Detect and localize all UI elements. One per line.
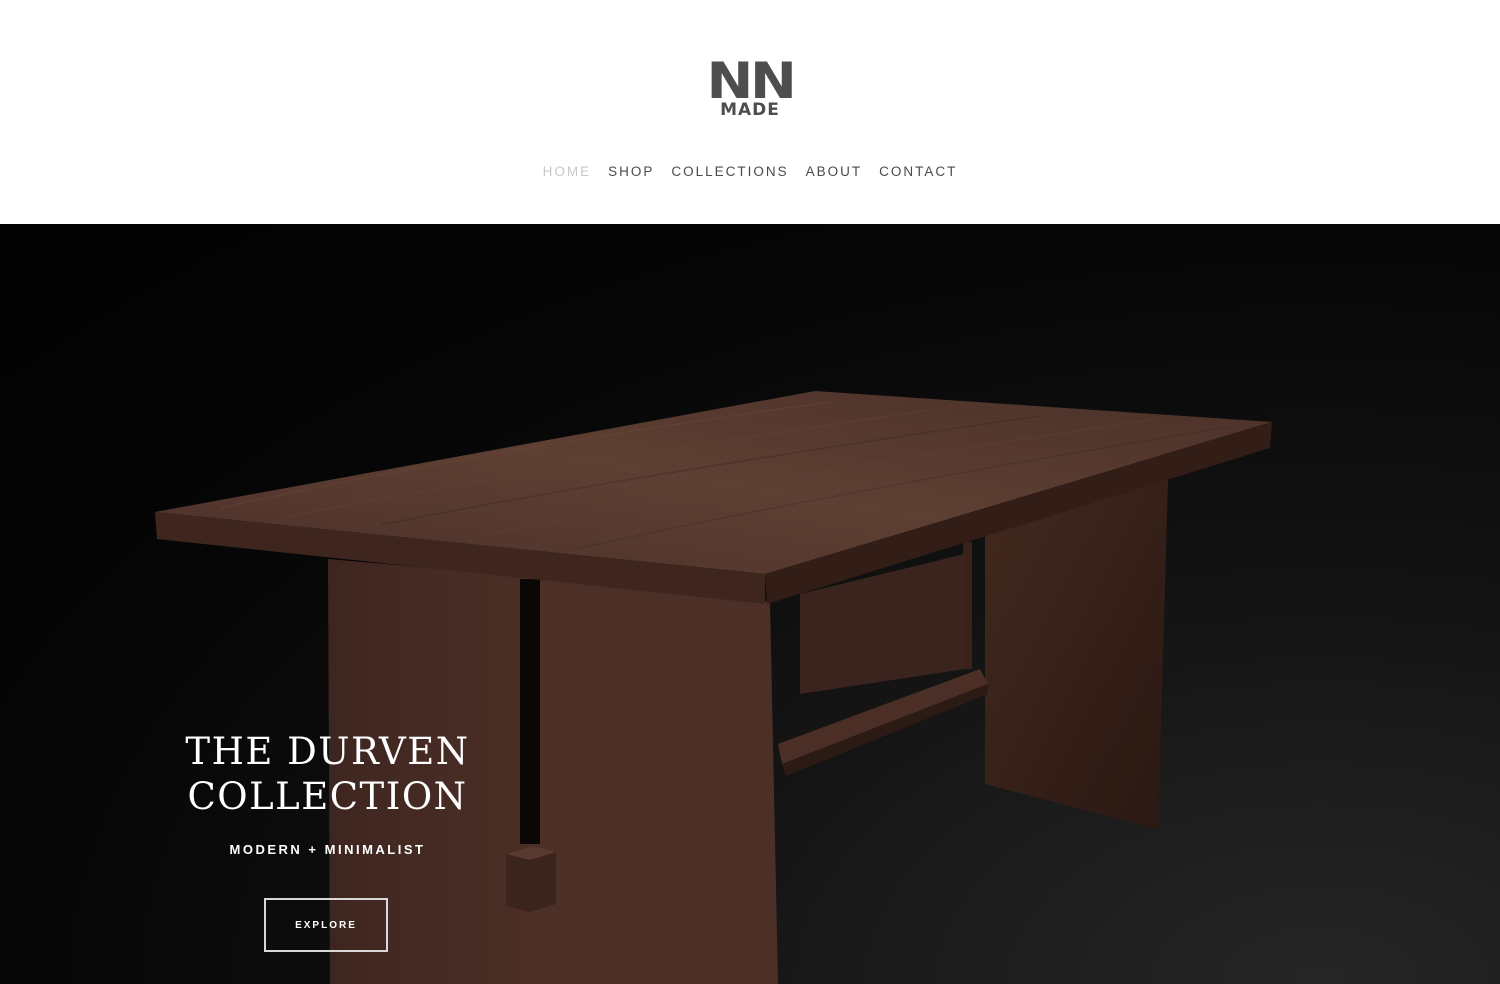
hero-title-line-2: COLLECTION bbox=[187, 775, 468, 818]
hero-banner: THE DURVEN COLLECTION MODERN + MINIMALIS… bbox=[0, 224, 1500, 984]
brand-logo[interactable]: NN MADE bbox=[690, 56, 810, 128]
hero-title-line-1: THE DURVEN bbox=[185, 730, 470, 773]
site-header: NN MADE HOME SHOP COLLECTIONS ABOUT CONT… bbox=[0, 0, 1500, 224]
explore-button[interactable]: EXPLORE bbox=[264, 898, 388, 952]
hero-title: THE DURVEN COLLECTION bbox=[150, 729, 505, 819]
nav-item-home[interactable]: HOME bbox=[543, 160, 592, 186]
table-product-image bbox=[155, 391, 1272, 984]
nav-item-about[interactable]: ABOUT bbox=[806, 160, 863, 186]
main-navigation: HOME SHOP COLLECTIONS ABOUT CONTACT bbox=[0, 160, 1500, 186]
logo-mark: NN bbox=[706, 52, 796, 110]
nav-item-collections[interactable]: COLLECTIONS bbox=[671, 160, 788, 186]
nav-item-contact[interactable]: CONTACT bbox=[879, 160, 957, 186]
hero-subtitle: MODERN + MINIMALIST bbox=[229, 842, 426, 857]
nav-item-shop[interactable]: SHOP bbox=[608, 160, 654, 186]
